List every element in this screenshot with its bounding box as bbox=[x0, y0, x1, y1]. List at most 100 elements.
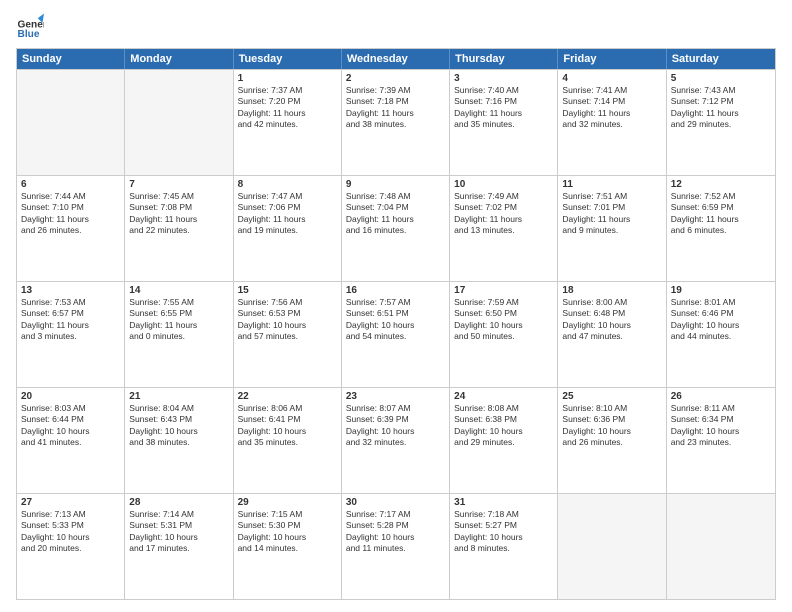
cell-line: Sunset: 7:02 PM bbox=[454, 202, 553, 213]
cell-line: and 38 minutes. bbox=[129, 437, 228, 448]
cell-line: Sunrise: 7:44 AM bbox=[21, 191, 120, 202]
day-number: 30 bbox=[346, 497, 445, 508]
cell-line: and 38 minutes. bbox=[346, 119, 445, 130]
cell-line: Sunset: 7:12 PM bbox=[671, 96, 771, 107]
day-cell-23: 23Sunrise: 8:07 AMSunset: 6:39 PMDayligh… bbox=[342, 388, 450, 493]
day-number: 27 bbox=[21, 497, 120, 508]
cell-line: and 42 minutes. bbox=[238, 119, 337, 130]
cell-line: Sunrise: 8:04 AM bbox=[129, 403, 228, 414]
day-number: 14 bbox=[129, 285, 228, 296]
calendar-row-3: 20Sunrise: 8:03 AMSunset: 6:44 PMDayligh… bbox=[17, 387, 775, 493]
day-number: 3 bbox=[454, 73, 553, 84]
day-number: 23 bbox=[346, 391, 445, 402]
cell-line: Sunset: 5:31 PM bbox=[129, 520, 228, 531]
cell-line: Daylight: 11 hours bbox=[238, 108, 337, 119]
cell-line: Sunrise: 7:49 AM bbox=[454, 191, 553, 202]
cell-line: Sunrise: 7:55 AM bbox=[129, 297, 228, 308]
cell-line: Daylight: 10 hours bbox=[562, 426, 661, 437]
cell-line: Daylight: 10 hours bbox=[129, 426, 228, 437]
cell-line: Sunrise: 7:13 AM bbox=[21, 509, 120, 520]
cell-line: Daylight: 11 hours bbox=[454, 108, 553, 119]
cell-line: and 35 minutes. bbox=[238, 437, 337, 448]
cell-line: Daylight: 10 hours bbox=[129, 532, 228, 543]
cell-line: Sunset: 6:44 PM bbox=[21, 414, 120, 425]
cell-line: Sunrise: 7:53 AM bbox=[21, 297, 120, 308]
cell-line: Sunrise: 8:00 AM bbox=[562, 297, 661, 308]
cell-line: Daylight: 10 hours bbox=[238, 320, 337, 331]
cell-line: Sunset: 7:14 PM bbox=[562, 96, 661, 107]
cell-line: Daylight: 10 hours bbox=[671, 320, 771, 331]
day-number: 8 bbox=[238, 179, 337, 190]
cell-line: Sunset: 5:27 PM bbox=[454, 520, 553, 531]
day-number: 29 bbox=[238, 497, 337, 508]
cell-line: Sunrise: 8:10 AM bbox=[562, 403, 661, 414]
cell-line: Daylight: 11 hours bbox=[21, 214, 120, 225]
day-number: 16 bbox=[346, 285, 445, 296]
cell-line: Sunrise: 8:01 AM bbox=[671, 297, 771, 308]
cell-line: Daylight: 10 hours bbox=[346, 320, 445, 331]
calendar-body: 1Sunrise: 7:37 AMSunset: 7:20 PMDaylight… bbox=[17, 69, 775, 599]
empty-cell bbox=[17, 70, 125, 175]
cell-line: and 57 minutes. bbox=[238, 331, 337, 342]
cell-line: Sunset: 6:50 PM bbox=[454, 308, 553, 319]
cell-line: Sunrise: 7:52 AM bbox=[671, 191, 771, 202]
calendar-row-1: 6Sunrise: 7:44 AMSunset: 7:10 PMDaylight… bbox=[17, 175, 775, 281]
day-cell-6: 6Sunrise: 7:44 AMSunset: 7:10 PMDaylight… bbox=[17, 176, 125, 281]
day-cell-21: 21Sunrise: 8:04 AMSunset: 6:43 PMDayligh… bbox=[125, 388, 233, 493]
day-cell-4: 4Sunrise: 7:41 AMSunset: 7:14 PMDaylight… bbox=[558, 70, 666, 175]
cell-line: and 23 minutes. bbox=[671, 437, 771, 448]
cell-line: Daylight: 11 hours bbox=[129, 214, 228, 225]
cell-line: and 29 minutes. bbox=[454, 437, 553, 448]
day-cell-2: 2Sunrise: 7:39 AMSunset: 7:18 PMDaylight… bbox=[342, 70, 450, 175]
cell-line: and 9 minutes. bbox=[562, 225, 661, 236]
cell-line: Sunset: 6:51 PM bbox=[346, 308, 445, 319]
day-cell-17: 17Sunrise: 7:59 AMSunset: 6:50 PMDayligh… bbox=[450, 282, 558, 387]
day-cell-13: 13Sunrise: 7:53 AMSunset: 6:57 PMDayligh… bbox=[17, 282, 125, 387]
cell-line: and 17 minutes. bbox=[129, 543, 228, 554]
weekday-header-saturday: Saturday bbox=[667, 49, 775, 69]
cell-line: Daylight: 10 hours bbox=[346, 426, 445, 437]
cell-line: Daylight: 11 hours bbox=[21, 320, 120, 331]
empty-cell bbox=[125, 70, 233, 175]
cell-line: Sunset: 5:28 PM bbox=[346, 520, 445, 531]
day-number: 15 bbox=[238, 285, 337, 296]
cell-line: Daylight: 10 hours bbox=[346, 532, 445, 543]
day-number: 25 bbox=[562, 391, 661, 402]
cell-line: and 44 minutes. bbox=[671, 331, 771, 342]
cell-line: and 3 minutes. bbox=[21, 331, 120, 342]
cell-line: Daylight: 11 hours bbox=[454, 214, 553, 225]
day-cell-27: 27Sunrise: 7:13 AMSunset: 5:33 PMDayligh… bbox=[17, 494, 125, 599]
cell-line: Sunset: 7:20 PM bbox=[238, 96, 337, 107]
day-number: 24 bbox=[454, 391, 553, 402]
cell-line: Sunrise: 7:47 AM bbox=[238, 191, 337, 202]
cell-line: Sunrise: 8:08 AM bbox=[454, 403, 553, 414]
day-number: 20 bbox=[21, 391, 120, 402]
cell-line: and 11 minutes. bbox=[346, 543, 445, 554]
day-number: 1 bbox=[238, 73, 337, 84]
cell-line: and 54 minutes. bbox=[346, 331, 445, 342]
cell-line: Daylight: 11 hours bbox=[129, 320, 228, 331]
cell-line: Sunrise: 7:39 AM bbox=[346, 85, 445, 96]
header: General Blue bbox=[16, 12, 776, 40]
cell-line: Daylight: 11 hours bbox=[238, 214, 337, 225]
page: General Blue SundayMondayTuesdayWednesda… bbox=[0, 0, 792, 612]
day-number: 10 bbox=[454, 179, 553, 190]
day-cell-16: 16Sunrise: 7:57 AMSunset: 6:51 PMDayligh… bbox=[342, 282, 450, 387]
day-number: 31 bbox=[454, 497, 553, 508]
cell-line: Sunrise: 8:06 AM bbox=[238, 403, 337, 414]
cell-line: and 32 minutes. bbox=[346, 437, 445, 448]
day-number: 6 bbox=[21, 179, 120, 190]
cell-line: and 19 minutes. bbox=[238, 225, 337, 236]
cell-line: Daylight: 11 hours bbox=[562, 214, 661, 225]
cell-line: Daylight: 11 hours bbox=[671, 214, 771, 225]
cell-line: and 6 minutes. bbox=[671, 225, 771, 236]
cell-line: Sunset: 7:10 PM bbox=[21, 202, 120, 213]
weekday-header-thursday: Thursday bbox=[450, 49, 558, 69]
day-cell-15: 15Sunrise: 7:56 AMSunset: 6:53 PMDayligh… bbox=[234, 282, 342, 387]
logo-icon: General Blue bbox=[16, 12, 44, 40]
day-cell-7: 7Sunrise: 7:45 AMSunset: 7:08 PMDaylight… bbox=[125, 176, 233, 281]
cell-line: Sunrise: 7:43 AM bbox=[671, 85, 771, 96]
cell-line: Sunrise: 8:11 AM bbox=[671, 403, 771, 414]
cell-line: and 22 minutes. bbox=[129, 225, 228, 236]
day-number: 2 bbox=[346, 73, 445, 84]
